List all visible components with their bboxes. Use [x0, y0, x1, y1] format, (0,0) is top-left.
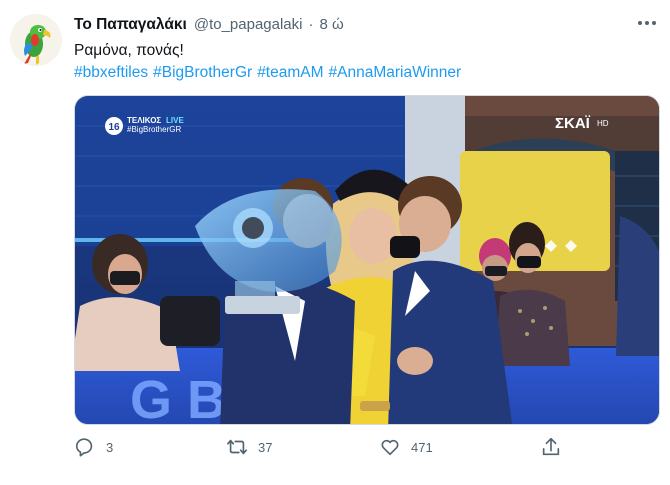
heart-icon	[381, 439, 399, 456]
reply-count: 3	[106, 439, 114, 455]
separator-dot: ·	[308, 16, 314, 33]
hashtag-annamariawinner[interactable]: #AnnaMariaWinner	[329, 64, 462, 82]
channel-logo: ΣΚΑΪ	[555, 115, 591, 132]
channel-badge: 16	[108, 122, 120, 133]
overlay-live: LIVE	[166, 116, 184, 125]
retweet-icon	[227, 439, 247, 455]
avatar[interactable]	[10, 14, 62, 66]
author-handle[interactable]: @to_papagalaki	[194, 16, 303, 33]
tweet: Το Παπαγαλάκι @to_papagalaki · 8 ώ Ραμόν…	[0, 0, 670, 485]
tweet-photo[interactable]: G B R R	[74, 95, 660, 425]
channel-hd: HD	[597, 119, 609, 128]
reply-icon	[75, 438, 93, 457]
like-button[interactable]: 471	[379, 436, 433, 458]
overlay-hashtag: #BigBrotherGR	[127, 125, 181, 134]
tweet-text: Ραμόνα, πονάς!	[74, 42, 184, 59]
action-bar: 3 37 471	[74, 436, 660, 460]
overlay-title: ΤΕΛΙΚΟΣ	[127, 116, 161, 125]
hashtags: #bbxeftiles #BigBrotherGr #teamAM #AnnaM…	[74, 64, 461, 82]
reply-button[interactable]: 3	[74, 436, 113, 458]
share-button[interactable]	[540, 436, 562, 458]
hashtag-bbxeftiles[interactable]: #bbxeftiles	[74, 64, 148, 82]
tweet-time[interactable]: 8 ώ	[319, 16, 343, 33]
tweet-header: Το Παπαγαλάκι @to_papagalaki · 8 ώ	[74, 16, 344, 34]
hashtag-bigbrothergr[interactable]: #BigBrotherGr	[153, 64, 252, 82]
author-name[interactable]: Το Παπαγαλάκι	[74, 16, 187, 34]
parrot-logo	[10, 14, 62, 66]
share-icon	[542, 437, 560, 456]
retweet-button[interactable]: 37	[226, 436, 272, 458]
retweet-count: 37	[258, 439, 273, 455]
hashtag-teamam[interactable]: #teamAM	[257, 64, 323, 82]
like-count: 471	[411, 439, 433, 455]
tv-still-image: G B R R	[75, 96, 659, 424]
more-options-icon[interactable]	[636, 16, 658, 30]
